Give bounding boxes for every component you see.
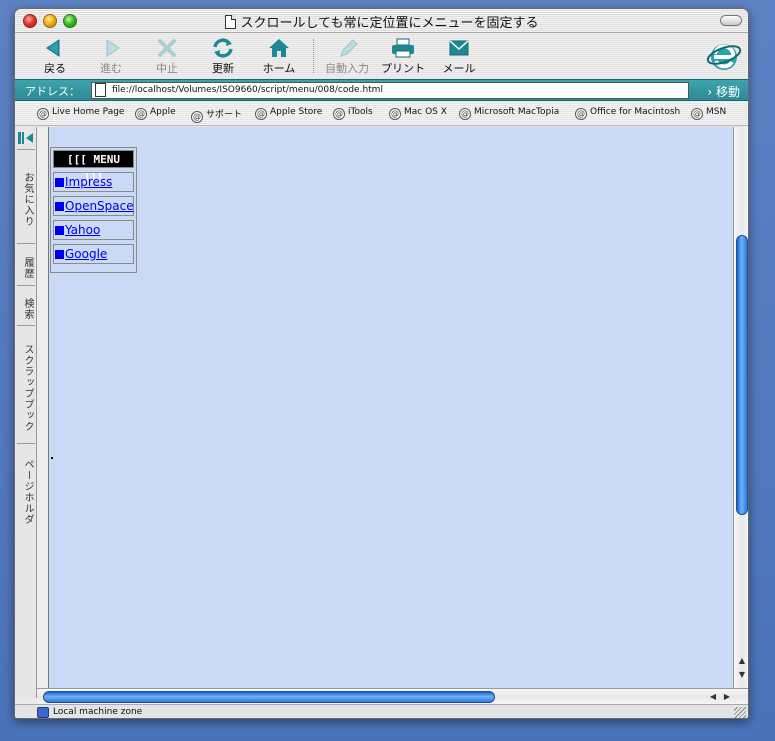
printer-icon <box>392 38 414 58</box>
house-icon <box>269 39 289 57</box>
ie-logo-icon <box>706 44 742 70</box>
toolbar-toggle-button[interactable] <box>720 15 742 26</box>
pen-icon <box>340 39 358 57</box>
bullet-square-icon <box>55 178 64 187</box>
favorite-itools[interactable]: @ iTools <box>333 107 373 120</box>
bullet-square-icon <box>55 226 64 235</box>
stray-dot <box>51 457 53 459</box>
scroll-down-arrow-icon[interactable]: ▼ <box>736 669 748 681</box>
favorites-bar: @ Live Home Page @ Apple @ サポート @ Apple Stor… <box>15 102 748 126</box>
document-icon <box>224 15 236 29</box>
link-icon: @ <box>135 108 147 120</box>
scroll-left-arrow-icon[interactable]: ◀ <box>707 691 719 703</box>
menu-link-yahoo[interactable]: Yahoo <box>53 220 134 240</box>
scroll-right-arrow-icon[interactable]: ▶ <box>721 691 733 703</box>
home-button[interactable]: ホーム <box>251 37 307 76</box>
back-button[interactable]: 戻る <box>27 37 83 76</box>
explorer-toggle-icon[interactable] <box>18 132 34 144</box>
x-icon <box>158 39 176 57</box>
link-icon: @ <box>37 108 49 120</box>
left-arrow-icon <box>46 39 60 57</box>
browser-window: スクロールしても常に定位置にメニューを固定する 戻る 進む 中止 更新 ホーム … <box>14 8 749 719</box>
refresh-icon <box>213 38 233 58</box>
explorer-splitter[interactable] <box>37 127 49 698</box>
tab-search[interactable]: 検索 <box>17 285 35 325</box>
zone-icon <box>37 707 49 718</box>
go-button[interactable]: › 移動 <box>707 83 740 100</box>
window-title: スクロールしても常に定位置にメニューを固定する <box>240 16 539 31</box>
favorite-office-for-macintosh[interactable]: @ Office for Macintosh <box>575 107 680 120</box>
window-title-wrap: スクロールしても常に定位置にメニューを固定する <box>15 12 748 31</box>
page-document-icon <box>95 83 106 97</box>
zone-status-text: Local machine zone <box>53 707 143 717</box>
address-label: アドレス： <box>25 85 80 98</box>
bullet-square-icon <box>55 202 64 211</box>
bullet-square-icon <box>55 250 64 259</box>
envelope-icon <box>449 40 469 56</box>
tab-scrapbook[interactable]: スクラップブック <box>17 325 35 443</box>
menu-title: [[[ MENU ]]] <box>53 150 134 184</box>
forward-button[interactable]: 進む <box>83 37 139 76</box>
menu-link-google[interactable]: Google <box>53 244 134 264</box>
explorer-bar: お気に入り 履歴 検索 スクラップブック ページホルダ <box>15 127 37 698</box>
horizontal-scrollbar[interactable]: ◀ ▶ <box>37 688 748 704</box>
vertical-scroll-thumb[interactable] <box>736 235 748 515</box>
favorite-support[interactable]: @ サポート <box>191 107 242 123</box>
tab-page-holder[interactable]: ページホルダ <box>17 443 35 533</box>
fixed-menu: [[[ MENU ]]] Impress OpenSpace Yahoo Goo… <box>50 147 137 273</box>
stop-button[interactable]: 中止 <box>139 37 195 76</box>
scroll-up-arrow-icon[interactable]: ▲ <box>736 655 748 667</box>
link-icon: @ <box>333 108 345 120</box>
page-content: [[[ MENU ]]] Impress OpenSpace Yahoo Goo… <box>49 127 733 688</box>
toolbar-separator <box>313 39 314 73</box>
favorite-apple-store[interactable]: @ Apple Store <box>255 107 322 120</box>
link-icon: @ <box>191 111 203 123</box>
print-button[interactable]: プリント <box>375 37 431 76</box>
favorite-apple[interactable]: @ Apple <box>135 107 176 120</box>
link-icon: @ <box>459 108 471 120</box>
tab-favorites[interactable]: お気に入り <box>17 149 35 243</box>
horizontal-scroll-thumb[interactable] <box>43 691 495 703</box>
vertical-scrollbar[interactable]: ▲ ▼ <box>733 127 748 688</box>
link-icon: @ <box>255 108 267 120</box>
mail-button[interactable]: メール <box>431 37 487 76</box>
menu-link-impress[interactable]: Impress <box>53 172 134 192</box>
favorite-microsoft-mactopia[interactable]: @ Microsoft MacTopia <box>459 107 559 120</box>
autofill-button[interactable]: 自動入力 <box>319 37 375 76</box>
status-bar: Local machine zone <box>15 704 748 718</box>
resize-grip-icon[interactable] <box>734 707 746 718</box>
favorite-msn[interactable]: @ MSN <box>691 107 726 120</box>
favorite-mac-os-x[interactable]: @ Mac OS X <box>389 107 447 120</box>
title-bar[interactable]: スクロールしても常に定位置にメニューを固定する <box>15 9 748 33</box>
link-icon: @ <box>389 108 401 120</box>
tab-history[interactable]: 履歴 <box>17 243 35 285</box>
link-icon: @ <box>691 108 703 120</box>
toolbar: 戻る 進む 中止 更新 ホーム 自動入力 プリント メール <box>15 33 748 79</box>
address-input[interactable]: file://localhost/Volumes/ISO9660/script/… <box>91 82 689 99</box>
refresh-button[interactable]: 更新 <box>195 37 251 76</box>
link-icon: @ <box>575 108 587 120</box>
address-bar: アドレス： file://localhost/Volumes/ISO9660/s… <box>15 79 748 101</box>
menu-link-openspace[interactable]: OpenSpace <box>53 196 134 216</box>
favorite-live-home-page[interactable]: @ Live Home Page <box>37 107 124 120</box>
right-arrow-icon <box>106 39 120 57</box>
